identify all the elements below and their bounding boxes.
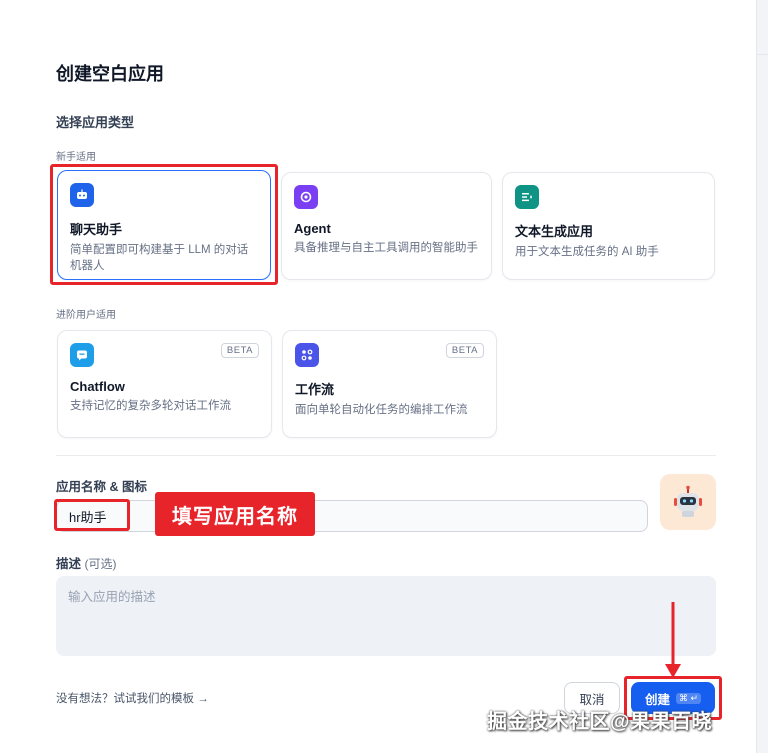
app-type-name: Chatflow — [70, 379, 125, 394]
chatflow-icon — [70, 343, 94, 367]
section-divider — [56, 455, 716, 456]
robot-icon — [674, 485, 702, 517]
app-type-name: 工作流 — [295, 382, 335, 397]
app-type-name: 文本生成应用 — [515, 224, 594, 239]
annotation-tag: 填写应用名称 — [155, 492, 315, 536]
app-icon-picker[interactable] — [660, 474, 716, 530]
app-type-card-chatflow[interactable]: BETA Chatflow 支持记忆的复杂多轮对话工作流 — [57, 330, 272, 438]
section-app-type-label: 选择应用类型 — [56, 115, 135, 130]
app-type-desc: 面向单轮自动化任务的编排工作流 — [295, 404, 468, 416]
beta-badge: BETA — [220, 343, 259, 358]
app-type-desc: 用于文本生成任务的 AI 助手 — [515, 246, 659, 258]
app-name-input[interactable] — [56, 500, 648, 532]
side-panel-edge — [756, 0, 768, 753]
watermark: 掘金技术社区@果果百晓 — [487, 711, 713, 733]
group-label-advanced: 进阶用户适用 — [56, 310, 116, 321]
group-label-beginner: 新手适用 — [56, 152, 96, 163]
app-type-card-text-generation[interactable]: 文本生成应用 用于文本生成任务的 AI 助手 — [502, 172, 715, 280]
description-label: 描述 (可选) — [56, 553, 117, 572]
agent-icon — [294, 185, 318, 209]
app-type-desc: 具备推理与自主工具调用的智能助手 — [294, 242, 478, 254]
text-gen-icon — [515, 185, 539, 209]
dialog-title: 创建空白应用 — [56, 64, 164, 84]
optional-hint: (可选) — [84, 557, 117, 571]
app-type-card-workflow[interactable]: BETA 工作流 面向单轮自动化任务的编排工作流 — [282, 330, 497, 438]
highlight-box-name-input — [54, 499, 130, 531]
highlight-box-chat-assistant — [50, 164, 278, 285]
app-type-name: Agent — [294, 221, 331, 236]
app-name-label: 应用名称 & 图标 — [56, 480, 147, 494]
workflow-icon — [295, 343, 319, 367]
template-link[interactable]: 没有想法？试试我们的模板 → — [56, 690, 209, 706]
app-type-desc: 支持记忆的复杂多轮对话工作流 — [70, 400, 231, 412]
app-type-card-agent[interactable]: Agent 具备推理与自主工具调用的智能助手 — [281, 172, 492, 280]
annotation-arrow-icon — [665, 602, 681, 678]
description-textarea[interactable] — [56, 576, 716, 656]
description-label-text: 描述 — [56, 557, 82, 571]
beta-badge: BETA — [445, 343, 484, 358]
